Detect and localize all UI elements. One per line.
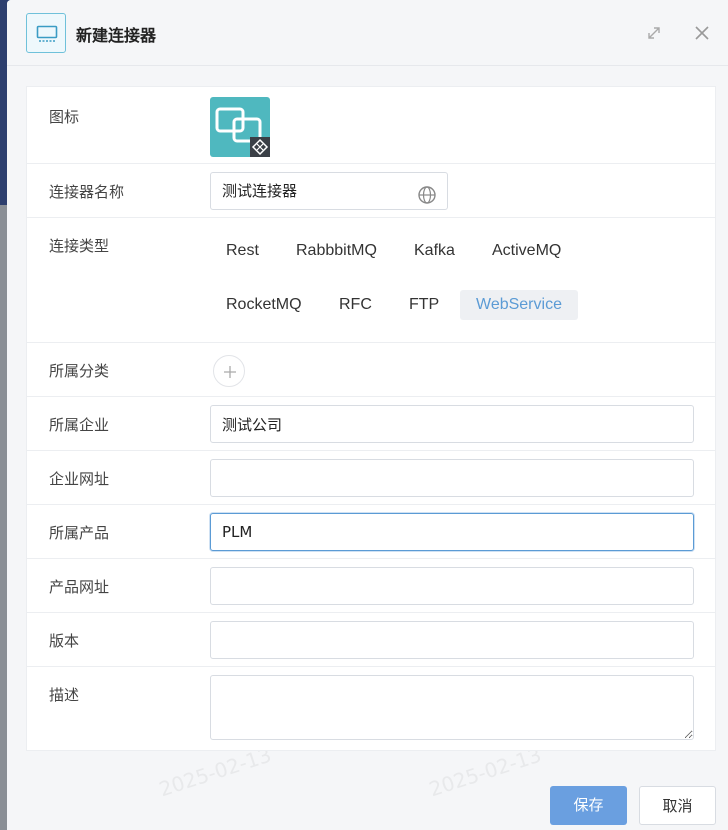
type-option-ftp[interactable]: FTP	[393, 290, 455, 320]
type-option-rabbitmq[interactable]: RabbbitMQ	[280, 236, 393, 266]
product-row: 所属产品	[27, 505, 715, 559]
description-textarea[interactable]	[210, 675, 694, 740]
product-url-label: 产品网址	[49, 578, 110, 596]
type-option-webservice[interactable]: WebService	[460, 290, 578, 320]
dialog-title: 新建连接器	[76, 26, 157, 45]
category-row: 所属分类	[27, 343, 715, 397]
name-row: 连接器名称 测试连接器	[27, 164, 715, 218]
watermark: 2025-02-13	[156, 742, 275, 802]
company-url-input[interactable]	[210, 459, 694, 497]
product-label: 所属产品	[49, 524, 110, 542]
product-url-input[interactable]	[210, 567, 694, 605]
connector-icon-picker[interactable]	[210, 97, 270, 157]
connector-name-value: 测试连接器	[222, 182, 298, 200]
connector-form: 图标 连接器名称 测试连接器 连接类型 Rest RabbbitMQ Kafka…	[26, 86, 716, 751]
type-option-activemq[interactable]: ActiveMQ	[476, 236, 577, 266]
monitor-icon	[26, 13, 66, 53]
icon-row: 图标	[27, 87, 715, 164]
connector-icon	[215, 107, 270, 157]
dialog-header: 新建连接器	[7, 0, 728, 66]
product-url-row: 产品网址	[27, 559, 715, 613]
company-label: 所属企业	[49, 416, 110, 434]
company-url-label: 企业网址	[49, 470, 110, 488]
icon-label: 图标	[49, 108, 80, 126]
type-option-rest[interactable]: Rest	[210, 236, 275, 266]
type-label: 连接类型	[49, 237, 110, 255]
version-label: 版本	[49, 632, 80, 650]
name-label: 连接器名称	[49, 183, 125, 201]
type-row: 连接类型 Rest RabbbitMQ Kafka ActiveMQ Rocke…	[27, 218, 715, 343]
cancel-button[interactable]: 取消	[639, 786, 716, 825]
type-option-rocketmq[interactable]: RocketMQ	[210, 290, 318, 320]
connector-name-input[interactable]: 测试连接器	[210, 172, 448, 210]
category-label: 所属分类	[49, 362, 110, 380]
company-row: 所属企业	[27, 397, 715, 451]
close-icon[interactable]	[693, 24, 711, 42]
description-label: 描述	[49, 686, 80, 704]
new-connector-dialog: 2025-02-13 2025-02-13 2025-02-13 2025-02…	[7, 0, 728, 830]
watermark: 2025-02-13	[426, 742, 545, 802]
version-row: 版本	[27, 613, 715, 667]
save-button[interactable]: 保存	[550, 786, 627, 825]
plus-icon	[224, 366, 236, 378]
company-input[interactable]	[210, 405, 694, 443]
description-row: 描述	[27, 667, 715, 751]
type-option-kafka[interactable]: Kafka	[398, 236, 471, 266]
globe-icon[interactable]	[417, 182, 437, 204]
expand-icon[interactable]	[645, 24, 663, 42]
add-category-button[interactable]	[213, 355, 245, 387]
product-input[interactable]	[210, 513, 694, 551]
company-url-row: 企业网址	[27, 451, 715, 505]
version-input[interactable]	[210, 621, 694, 659]
type-option-rfc[interactable]: RFC	[323, 290, 388, 320]
